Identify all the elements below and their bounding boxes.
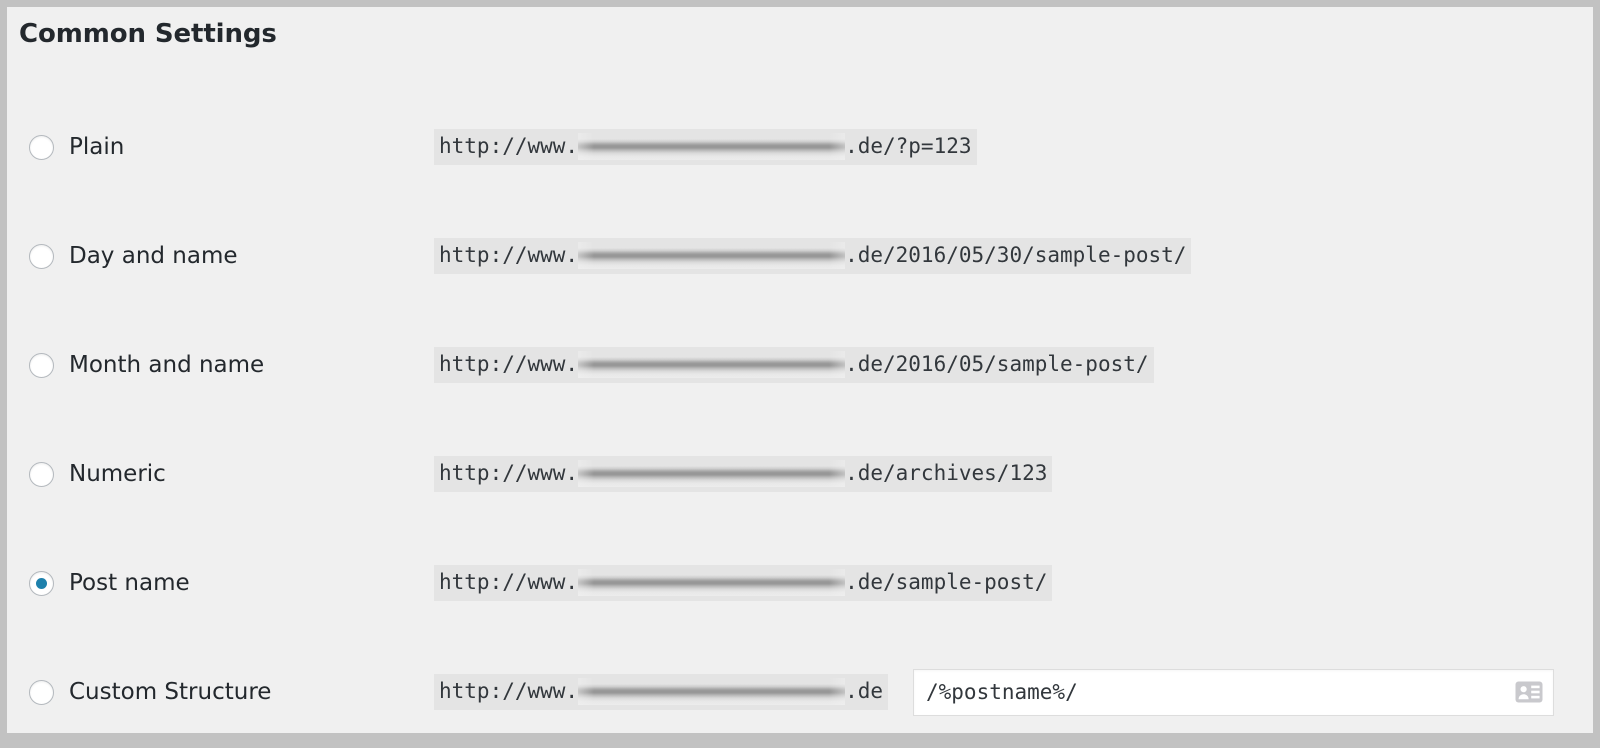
redacted-domain-bar — [578, 678, 846, 705]
contact-card-autofill-icon[interactable] — [1515, 681, 1543, 703]
option-label-month-and-name: Month and name — [69, 352, 265, 378]
url-prefix: http://www. — [439, 679, 579, 703]
url-prefix: http://www. — [439, 134, 579, 158]
url-prefix: http://www. — [439, 243, 579, 267]
url-example-post-name: http://www. .de/sample-post/ — [434, 565, 1053, 601]
radio-button-icon[interactable] — [28, 679, 54, 705]
radio-custom-structure[interactable] — [26, 677, 56, 707]
url-prefix: http://www. — [439, 570, 579, 594]
option-row-post-name[interactable]: Post name http://www. .de/sample-post/ — [7, 553, 1593, 613]
custom-structure-input[interactable] — [914, 669, 1515, 715]
option-label-post-name: Post name — [69, 570, 190, 596]
url-suffix: .de/archives/123 — [845, 461, 1048, 485]
url-example-day-and-name: http://www. .de/2016/05/30/sample-post/ — [434, 238, 1192, 274]
radio-button-icon[interactable] — [28, 352, 54, 378]
option-label-day-and-name: Day and name — [69, 243, 238, 269]
option-row-custom-structure[interactable]: Custom Structure http://www. .de — [7, 662, 1593, 722]
radio-numeric[interactable] — [26, 459, 56, 489]
radio-button-icon[interactable] — [28, 134, 54, 160]
option-label-custom-structure: Custom Structure — [69, 679, 272, 705]
option-row-plain[interactable]: Plain http://www. .de/?p=123 — [7, 117, 1593, 177]
url-example-plain: http://www. .de/?p=123 — [434, 129, 977, 165]
redacted-domain-bar — [578, 351, 846, 378]
option-label-plain: Plain — [69, 134, 125, 160]
settings-panel-frame: Common Settings Plain http://www. .de/?p=… — [0, 0, 1600, 748]
option-row-day-and-name[interactable]: Day and name http://www. .de/2016/05/30/s… — [7, 226, 1593, 286]
url-example-month-and-name: http://www. .de/2016/05/sample-post/ — [434, 347, 1154, 383]
redacted-domain-bar — [578, 133, 846, 160]
page-title: Common Settings — [19, 19, 277, 49]
radio-month-and-name[interactable] — [26, 350, 56, 380]
radio-post-name[interactable] — [26, 568, 56, 598]
redacted-domain-bar — [578, 460, 846, 487]
redacted-domain-bar — [578, 242, 846, 269]
radio-day-and-name[interactable] — [26, 241, 56, 271]
url-suffix: .de/?p=123 — [845, 134, 972, 158]
url-example-custom-structure: http://www. .de — [434, 674, 889, 710]
radio-button-icon[interactable] — [28, 570, 54, 596]
option-row-month-and-name[interactable]: Month and name http://www. .de/2016/05/sa… — [7, 335, 1593, 395]
option-label-numeric: Numeric — [69, 461, 166, 487]
common-settings-panel: Common Settings Plain http://www. .de/?p=… — [7, 7, 1593, 733]
url-suffix: .de/2016/05/sample-post/ — [845, 352, 1149, 376]
url-prefix: http://www. — [439, 352, 579, 376]
url-prefix: http://www. — [439, 461, 579, 485]
url-example-numeric: http://www. .de/archives/123 — [434, 456, 1053, 492]
radio-button-icon[interactable] — [28, 243, 54, 269]
radio-plain[interactable] — [26, 132, 56, 162]
custom-structure-field[interactable] — [913, 668, 1554, 716]
url-suffix: .de — [845, 679, 884, 703]
redacted-domain-bar — [578, 569, 846, 596]
url-suffix: .de/sample-post/ — [845, 570, 1048, 594]
url-suffix: .de/2016/05/30/sample-post/ — [845, 243, 1187, 267]
radio-button-icon[interactable] — [28, 461, 54, 487]
option-row-numeric[interactable]: Numeric http://www. .de/archives/123 — [7, 444, 1593, 504]
